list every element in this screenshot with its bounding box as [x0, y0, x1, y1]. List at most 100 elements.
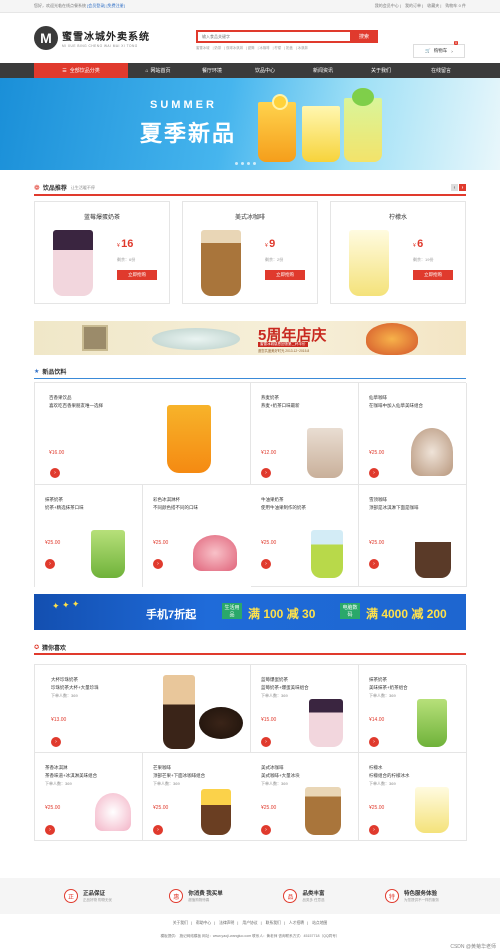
hot-word[interactable]: 柠檬 [274, 46, 281, 50]
recommend-card[interactable]: 柠檬水 ¥ 6 剩余：19份 立即抢购 [330, 201, 466, 304]
hot-word[interactable]: 双球冰淇淋 [226, 46, 243, 50]
search-button[interactable]: 搜索 [350, 30, 378, 43]
chevron-right-icon[interactable]: › [261, 468, 271, 478]
nav-item-environment[interactable]: 餐厅环境 [188, 63, 236, 78]
chevron-right-icon[interactable]: › [369, 559, 379, 569]
nav-item-message[interactable]: 在线留言 [410, 63, 472, 78]
product-card[interactable]: 芒果咖啡 顶部芒果+下面冰咖啡组合 下单人数：369 ¥25.00 › [143, 753, 251, 841]
product-card[interactable]: 蓝莓爆蛋奶茶 蓝莓奶茶+爆蛋美味组合 下单人数：369 ¥15.00 › [251, 665, 359, 753]
footer-link[interactable]: 人才招聘 [289, 921, 304, 925]
promo-slogan-image: ✦ ✦ ✦ [51, 598, 81, 612]
chevron-right-icon[interactable]: › [369, 468, 379, 478]
buy-now-button[interactable]: 立即抢购 [413, 270, 453, 280]
product-card[interactable]: 抹茶奶茶 美味抹茶+奶茶组合 下单人数：369 ¥14.00 › [359, 665, 467, 753]
next-arrow-button[interactable]: › [459, 184, 466, 191]
product-card[interactable]: 牛油果奶茶 使用牛油果制作的奶茶 ¥25.00 › [251, 485, 359, 587]
site-logo[interactable]: M 蜜雪冰城外卖系统 MI XUE BING CHENG WAI MAI XI … [34, 26, 150, 50]
product-card[interactable]: 燕麦奶茶 燕麦+奶茶口味最新 ¥12.00 › [251, 383, 359, 485]
chevron-right-icon[interactable]: › [261, 559, 271, 569]
hot-word[interactable]: 奶茶 [214, 46, 221, 50]
product-card[interactable]: 雪顶咖啡 顶部是冰淇淋下面是咖啡 ¥25.00 › [359, 485, 467, 587]
hot-word[interactable]: 冰咖啡 [259, 46, 269, 50]
chevron-right-icon[interactable]: › [261, 825, 271, 835]
product-image [415, 787, 449, 833]
chevron-right-icon[interactable]: › [261, 737, 271, 747]
footer-link[interactable]: 关于我们 [173, 921, 188, 925]
product-stock: 剩余：19份 [413, 257, 434, 262]
hot-word[interactable]: 冰淇淋 [298, 46, 308, 50]
recommend-section: ❁ 饮品推荐 让生活暖不停 ‹ › 蓝莓爆蛋奶茶 ¥ 16 剩余：6份 立即抢购… [34, 181, 466, 304]
guess-you-like-section: ✪ 猜你喜欢 大杯珍珠奶茶 珍珠奶茶大杯+大量珍珠 下单人数：369 ¥13.0… [34, 641, 467, 841]
star-icon: ★ [34, 369, 40, 375]
nav-item-drinks[interactable]: 饮品中心 [236, 63, 294, 78]
product-card[interactable]: 茶香冰淇淋 茶香味道+冰淇淋美味组合 下单人数：369 ¥25.00 › 芒果咖… [35, 753, 251, 841]
product-name: 美式冰咖啡 [234, 215, 265, 221]
service-sub: 品类多 任意选 [302, 898, 325, 902]
top-cart-link[interactable]: 购物车 0 件 [446, 3, 466, 8]
nav-item-news[interactable]: 新闻资讯 [294, 63, 352, 78]
buy-now-button[interactable]: 立即抢购 [117, 270, 157, 280]
nav-item-home[interactable]: ⌂ 网站首页 [128, 63, 188, 78]
footer-link[interactable]: 帮助中心 [196, 921, 211, 925]
product-card[interactable]: 仙草咖啡 在咖啡中加入仙草美味组合 ¥25.00 › [359, 383, 467, 485]
hot-word[interactable]: 甜筒 [248, 46, 255, 50]
all-categories-button[interactable]: ☰ 全部饮品分类 [34, 63, 128, 78]
search-input[interactable] [196, 30, 350, 43]
chevron-right-icon[interactable]: › [153, 825, 163, 835]
login-link[interactable]: [会员登录] [87, 3, 105, 8]
product-card[interactable]: 美式冰咖啡 美式咖啡+大量冰块 下单人数：369 ¥25.00 › [251, 753, 359, 841]
banner-lemon-icon [272, 94, 288, 110]
prev-arrow-button[interactable]: ‹ [451, 184, 458, 191]
hot-word[interactable]: 奶盖 [286, 46, 293, 50]
footer-link[interactable]: 站点地图 [312, 921, 327, 925]
nav-item-about[interactable]: 关于我们 [352, 63, 410, 78]
banner-cup-orange [258, 102, 296, 162]
footer-links: 关于我们 | 帮助中心 | 法律声明 | 用户协议 | 联系我们 | 人才招聘 | 站点地图 [172, 921, 328, 925]
buy-now-button[interactable]: 立即抢购 [265, 270, 305, 280]
product-name: 茶香冰淇淋 [45, 765, 68, 770]
product-image-bowl [199, 707, 243, 739]
featured-product[interactable]: 百香果饮品 喜欢吃百香果朋友唯一选择 ¥16.00 › [35, 383, 251, 485]
service-item: 惠 你消费 我买单 超值购物惊喜 [142, 878, 250, 914]
ad-product-image [152, 328, 240, 350]
my-orders-link[interactable]: 我的订单 [405, 3, 421, 8]
chevron-right-icon[interactable]: › [45, 825, 55, 835]
chevron-right-icon[interactable]: › [50, 468, 60, 478]
recommend-header: ❁ 饮品推荐 让生活暖不停 ‹ › [34, 181, 466, 196]
promo-ad-banner[interactable]: ✦ ✦ ✦ 手机7折起 生活用品 满 100 减 30 电脑数码 满 4000 … [34, 594, 466, 630]
service-item: 正 正品保证 正品好物 购物无忧 [34, 878, 142, 914]
footer-link[interactable]: 法律声明 [219, 921, 234, 925]
recommend-card[interactable]: 美式冰咖啡 ¥ 9 剩余：2份 立即抢购 [182, 201, 318, 304]
product-card[interactable]: 大杯珍珠奶茶 珍珠奶茶大杯+大量珍珠 下单人数：369 ¥13.00 › [35, 665, 251, 753]
footer-link[interactable]: 用户协议 [242, 921, 257, 925]
product-name: 雪顶咖啡 [369, 497, 387, 502]
order-count: 下单人数：369 [51, 693, 78, 698]
product-card[interactable]: 抹茶奶茶 奶茶+精选抹茶口味 ¥25.00 › [35, 485, 143, 587]
register-link[interactable]: [免费注册] [106, 3, 124, 8]
product-price: ¥25.00 [369, 450, 385, 456]
product-card[interactable]: 柠檬水 柠檬组合的柠檬冰水 下单人数：369 ¥25.00 › [359, 753, 467, 841]
chevron-right-icon[interactable]: › [369, 737, 379, 747]
chevron-right-icon[interactable]: › [51, 737, 61, 747]
product-name: 牛油果奶茶 [261, 497, 284, 502]
chevron-right-icon[interactable]: › [45, 559, 55, 569]
favorites-link[interactable]: 收藏夹 [427, 3, 439, 8]
footer-link[interactable]: 联系我们 [266, 921, 281, 925]
product-card[interactable]: 彩色冰淇淋杯 不同颜色搭不同的口味 ¥25.00 › [143, 485, 251, 587]
service-item: 品 品类丰富 品类多 任意选 [250, 878, 358, 914]
product-card[interactable]: 茶香冰淇淋 茶香味道+冰淇淋美味组合 下单人数：369 ¥25.00 › [35, 753, 143, 841]
star-badge-icon: ❁ [34, 184, 40, 192]
product-image [305, 787, 341, 835]
member-center-link[interactable]: 我的会员中心 [375, 3, 399, 8]
cart-button[interactable]: 🛒 购物车 › 0 [413, 41, 465, 58]
product-name: 大杯珍珠奶茶 [51, 677, 78, 682]
banner-pagination[interactable] [235, 162, 256, 165]
anniversary-ad-banner[interactable]: 5周年店庆 蜜雪冰城感恩回馈第二杯半价 邀您共度美好时光 2013.12~201… [34, 321, 466, 355]
product-stock: 剩余：6份 [117, 257, 136, 262]
recommend-card[interactable]: 蓝莓爆蛋奶茶 ¥ 16 剩余：6份 立即抢购 [34, 201, 170, 304]
chevron-right-icon[interactable]: › [153, 559, 163, 569]
chevron-right-icon[interactable]: › [369, 825, 379, 835]
hero-banner[interactable]: SUMMER 夏季新品 [0, 78, 500, 170]
product-card[interactable]: 抹茶奶茶 奶茶+精选抹茶口味 ¥25.00 › 彩色冰淇淋杯 不同颜色搭不同的口… [35, 485, 251, 587]
hot-word[interactable]: 蜜雪冰城 [196, 46, 210, 50]
